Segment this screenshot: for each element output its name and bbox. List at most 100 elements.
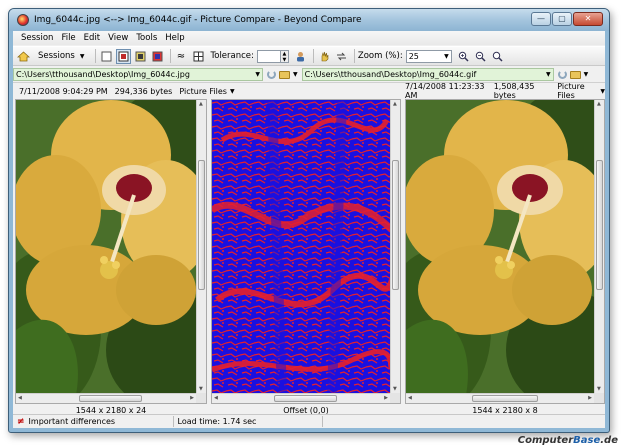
watermark-part: .de: [600, 435, 618, 446]
scroll-up-icon[interactable]: ▲: [597, 101, 601, 107]
close-button[interactable]: ✕: [573, 12, 603, 26]
toolbar: Sessions ▼ ≈ Tolerance: ▲ ▼ Zoom (%): 25…: [13, 46, 605, 66]
scroll-up-icon[interactable]: ▲: [393, 101, 397, 107]
refresh-icon[interactable]: [557, 70, 567, 79]
menu-edit[interactable]: Edit: [80, 33, 104, 43]
right-path-input[interactable]: C:\Users\tthousand\Desktop\Img_6044c.gif…: [301, 68, 554, 81]
menu-session[interactable]: Session: [17, 33, 57, 43]
refresh-icon[interactable]: [267, 70, 276, 79]
show-overlay-icon[interactable]: [150, 49, 165, 64]
app-window: Img_6044c.jpg <--> Img_6044c.gif - Pictu…: [8, 8, 610, 433]
zoom-fit-icon[interactable]: [490, 49, 505, 64]
left-size: 294,336 bytes: [114, 86, 173, 96]
status-mode: Important differences: [28, 417, 116, 426]
right-flower-image[interactable]: [406, 100, 594, 393]
scroll-right-icon[interactable]: ▶: [588, 395, 592, 401]
tolerance-spinner[interactable]: ▲ ▼: [280, 49, 289, 63]
scroll-down-icon[interactable]: ▼: [199, 386, 203, 392]
minimize-button[interactable]: —: [531, 12, 551, 26]
toolbar-divider: [312, 49, 314, 63]
approximate-icon[interactable]: ≈: [174, 49, 189, 64]
right-horizontal-scrollbar[interactable]: ◀ ▶: [406, 393, 594, 403]
sessions-button[interactable]: Sessions ▼: [33, 49, 90, 64]
scroll-right-icon[interactable]: ▶: [384, 395, 388, 401]
hand-icon[interactable]: [317, 49, 332, 64]
title-bar[interactable]: Img_6044c.jpg <--> Img_6044c.gif - Pictu…: [9, 9, 609, 31]
scroll-left-icon[interactable]: ◀: [214, 395, 218, 401]
right-vertical-scrollbar[interactable]: ▲ ▼: [594, 100, 604, 393]
center-vertical-scrollbar[interactable]: ▲ ▼: [390, 100, 400, 393]
home-icon[interactable]: [16, 49, 31, 64]
left-flower-image[interactable]: [16, 100, 196, 393]
folder-icon[interactable]: [569, 70, 581, 79]
difference-pane[interactable]: ▲ ▼ ◀ ▶: [211, 99, 401, 404]
show-differences-icon[interactable]: [115, 48, 131, 64]
scroll-thumb[interactable]: [596, 160, 603, 290]
scroll-left-icon[interactable]: ◀: [18, 395, 22, 401]
chevron-down-icon: ▼: [229, 87, 235, 95]
chevron-down-icon[interactable]: ▼: [584, 71, 589, 78]
scroll-thumb[interactable]: [79, 395, 142, 402]
app-icon[interactable]: [17, 14, 29, 26]
client-area: Session File Edit View Tools Help Sessio…: [13, 31, 605, 428]
watermark-logo: ComputerBase.de: [518, 435, 618, 446]
user-icon[interactable]: [293, 49, 308, 64]
scroll-up-icon[interactable]: ▲: [199, 101, 203, 107]
show-all-icon[interactable]: [99, 49, 114, 64]
chevron-down-icon: ▼: [255, 71, 260, 78]
zoom-select[interactable]: 25 ▼: [405, 49, 452, 63]
status-divider: [321, 416, 323, 427]
info-bar: 7/11/2008 9:04:29 PM 294,336 bytes Pictu…: [13, 82, 605, 100]
chevron-down-icon: ▼: [600, 87, 605, 95]
rules-icon[interactable]: [191, 49, 206, 64]
toolbar-divider: [169, 49, 171, 63]
not-equal-icon: ≠: [17, 416, 25, 427]
resize-grip: [594, 393, 604, 403]
zoom-label: Zoom (%):: [357, 51, 403, 61]
menu-help[interactable]: Help: [161, 33, 188, 43]
menu-bar: Session File Edit View Tools Help: [13, 31, 605, 45]
scroll-down-icon[interactable]: ▼: [597, 386, 601, 392]
right-filter-label: Picture Files: [557, 82, 585, 100]
scroll-thumb[interactable]: [198, 160, 205, 290]
toolbar-divider: [94, 49, 96, 63]
left-horizontal-scrollbar[interactable]: ◀ ▶: [16, 393, 196, 403]
right-filter-dropdown[interactable]: Picture Files ▼: [557, 82, 605, 100]
scroll-thumb[interactable]: [274, 395, 337, 402]
folder-icon[interactable]: [279, 70, 290, 79]
path-bar: C:\Users\tthousand\Desktop\Img_6044c.jpg…: [13, 67, 605, 83]
chevron-down-icon[interactable]: ▼: [293, 71, 298, 78]
left-filter-dropdown[interactable]: Picture Files ▼: [179, 87, 234, 96]
sessions-label: Sessions: [38, 51, 75, 61]
toolbar-divider: [353, 49, 355, 63]
swap-icon[interactable]: [334, 49, 349, 64]
tolerance-input[interactable]: [256, 49, 281, 63]
maximize-button[interactable]: ▢: [552, 12, 572, 26]
menu-view[interactable]: View: [104, 33, 132, 43]
show-same-icon[interactable]: [133, 49, 148, 64]
chevron-down-icon: ▼: [546, 71, 551, 78]
status-bar: ≠ Important differences Load time: 1.74 …: [13, 414, 605, 428]
scroll-left-icon[interactable]: ◀: [408, 395, 412, 401]
status-divider: [172, 416, 174, 427]
status-load-time: Load time: 1.74 sec: [177, 417, 257, 426]
left-image-pane[interactable]: ▲ ▼ ◀ ▶: [15, 99, 207, 404]
scroll-thumb[interactable]: [471, 395, 538, 402]
left-path-input[interactable]: C:\Users\tthousand\Desktop\Img_6044c.jpg…: [13, 68, 263, 81]
chevron-down-icon: ▼: [79, 52, 85, 60]
scroll-right-icon[interactable]: ▶: [190, 395, 194, 401]
left-vertical-scrollbar[interactable]: ▲ ▼: [196, 100, 206, 393]
scroll-down-icon[interactable]: ▼: [393, 386, 397, 392]
zoom-value: 25: [408, 51, 419, 61]
menu-tools[interactable]: Tools: [132, 33, 161, 43]
difference-image[interactable]: [212, 100, 390, 393]
left-filter-label: Picture Files: [179, 86, 227, 96]
scroll-thumb[interactable]: [392, 160, 399, 290]
right-size: 1,508,435 bytes: [493, 82, 535, 100]
menu-file[interactable]: File: [57, 33, 79, 43]
left-datetime: 7/11/2008 9:04:29 PM: [19, 86, 108, 96]
center-horizontal-scrollbar[interactable]: ◀ ▶: [212, 393, 390, 403]
zoom-out-icon[interactable]: [473, 49, 488, 64]
zoom-in-icon[interactable]: [456, 49, 471, 64]
right-image-pane[interactable]: ▲ ▼ ◀ ▶: [405, 99, 605, 404]
